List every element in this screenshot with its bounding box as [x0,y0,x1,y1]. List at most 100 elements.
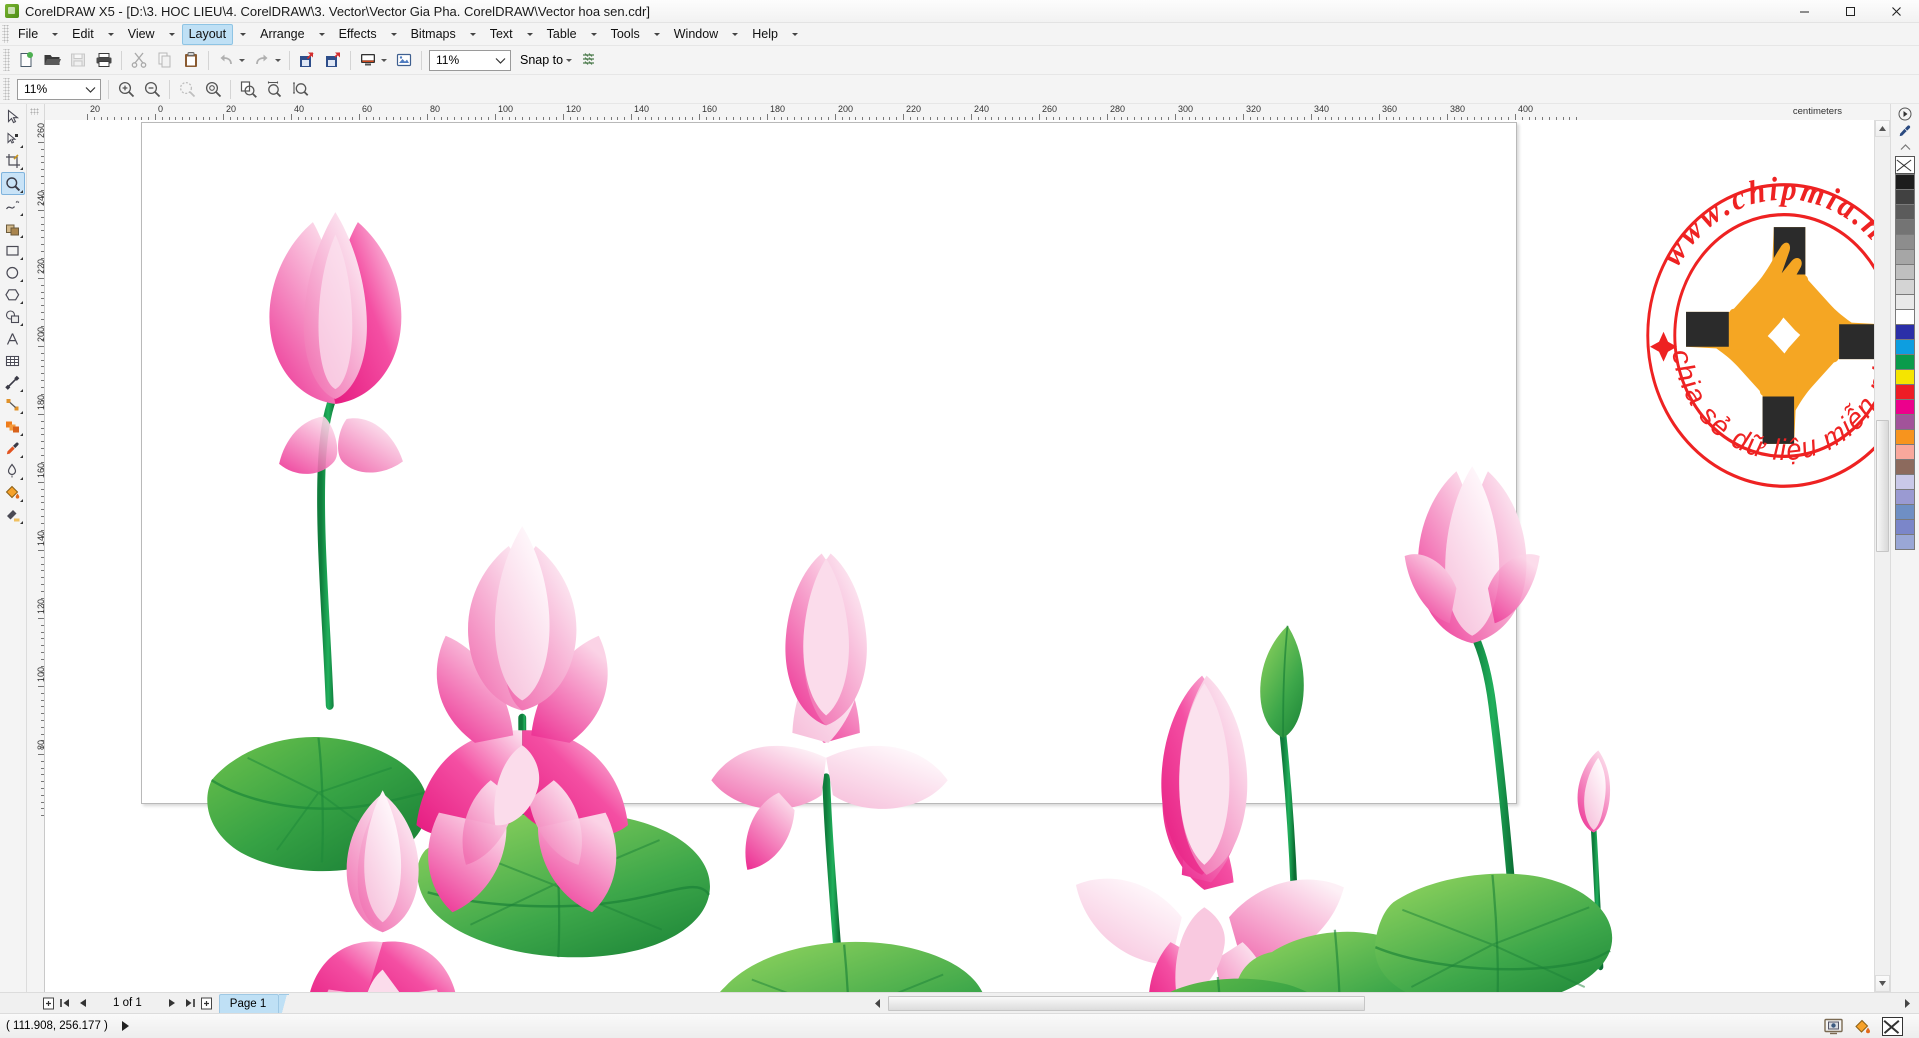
menu-caret-icon[interactable] [168,32,175,36]
vertical-ruler[interactable]: centimeters 260 240 220 200 180 160 140 120 100 8… [27,120,45,992]
menu-edit[interactable]: Edit [65,25,101,44]
menu-caret-icon[interactable] [469,32,476,36]
chevron-down-icon[interactable] [82,86,98,93]
polygon-tool[interactable] [2,284,24,305]
close-button[interactable] [1873,0,1919,22]
color-eyedropper-tool[interactable] [2,438,24,459]
toolbar-grip-handle[interactable] [3,78,10,100]
copy-button[interactable] [152,48,178,72]
palette-swatch[interactable] [1895,205,1915,220]
palette-swatch[interactable] [1895,190,1915,205]
palette-swatch[interactable] [1895,415,1915,430]
zoom-out-button[interactable] [139,77,165,101]
zoom-tool-level-combo[interactable]: 11% [17,78,101,100]
menu-table[interactable]: Table [540,25,584,44]
zoom-to-all-objects-button[interactable] [200,77,226,101]
palette-swatch[interactable] [1895,535,1915,550]
launcher-dropdown-caret-icon[interactable] [381,58,387,62]
scroll-left-button[interactable] [871,997,884,1010]
menu-window[interactable]: Window [667,25,725,44]
flyout-arrow-icon[interactable] [20,323,23,326]
palette-eyedropper-icon[interactable] [1896,122,1914,139]
flyout-arrow-icon[interactable] [20,190,23,193]
first-page-button[interactable] [57,995,74,1012]
fill-color-indicator[interactable] [1853,1018,1872,1035]
outline-color-indicator[interactable] [1882,1016,1903,1036]
pick-tool[interactable] [2,106,24,127]
vertical-scroll-thumb[interactable] [1876,420,1889,552]
open-document-button[interactable] [39,48,65,72]
basic-shapes-tool[interactable] [2,306,24,327]
menu-bitmaps[interactable]: Bitmaps [404,25,463,44]
last-page-button[interactable] [181,995,198,1012]
options-button[interactable] [576,48,602,72]
connector-tool[interactable] [2,394,24,415]
undo-button[interactable] [213,48,239,72]
palette-swatch[interactable] [1895,220,1915,235]
palette-swatch[interactable] [1895,280,1915,295]
scroll-right-button[interactable] [1900,997,1913,1010]
crop-tool[interactable] [2,150,24,171]
scroll-down-button[interactable] [1875,975,1890,992]
menu-file[interactable]: File [11,25,45,44]
palette-menu-button[interactable] [1896,105,1914,122]
menu-caret-icon[interactable] [107,32,114,36]
chevron-down-icon[interactable] [492,57,508,64]
add-page-after-button[interactable] [198,995,215,1012]
menu-arrange[interactable]: Arrange [253,25,311,44]
color-palette[interactable] [1890,104,1919,992]
palette-swatch[interactable] [1895,265,1915,280]
table-tool[interactable] [2,350,24,371]
menu-tools[interactable]: Tools [604,25,647,44]
palette-swatch[interactable] [1895,355,1915,370]
palette-swatch[interactable] [1895,430,1915,445]
menu-help[interactable]: Help [745,25,785,44]
palette-swatch[interactable] [1895,295,1915,310]
import-button[interactable] [294,48,320,72]
palette-no-color-swatch[interactable] [1895,156,1915,174]
shape-tool[interactable] [2,128,24,149]
rectangle-tool[interactable] [2,240,24,261]
palette-swatch[interactable] [1895,235,1915,250]
redo-button[interactable] [249,48,275,72]
flyout-arrow-icon[interactable] [20,235,23,238]
palette-swatch[interactable] [1895,490,1915,505]
menu-grip-handle[interactable] [2,25,9,43]
toolbar-grip-handle[interactable] [3,49,10,71]
smart-fill-tool[interactable] [2,218,24,239]
previous-page-button[interactable] [74,995,91,1012]
menu-caret-icon[interactable] [590,32,597,36]
flyout-arrow-icon[interactable] [20,499,23,502]
menu-caret-icon[interactable] [390,32,397,36]
menu-caret-icon[interactable] [52,32,59,36]
flyout-arrow-icon[interactable] [20,411,23,414]
palette-swatch[interactable] [1895,325,1915,340]
horizontal-ruler[interactable]: centimeters 20 0 20 40 60 80 100 120 140 160 180 20… [45,104,1862,121]
horizontal-scrollbar[interactable] [293,995,1915,1011]
palette-swatch[interactable] [1895,174,1915,190]
zoom-level-combo[interactable]: 11% [429,49,511,71]
menu-caret-icon[interactable] [732,32,739,36]
flyout-arrow-icon[interactable] [20,145,23,148]
blend-tool[interactable] [2,416,24,437]
flyout-arrow-icon[interactable] [20,167,23,170]
screen-capture-icon[interactable] [1824,1018,1843,1035]
lotus-artwork[interactable]: www.chipmia.net chia sẻ dữ liệu miễn phí [45,120,1874,992]
freehand-tool[interactable] [2,196,24,217]
menu-caret-icon[interactable] [653,32,660,36]
zoom-to-selected-button[interactable] [174,77,200,101]
menu-view[interactable]: View [121,25,162,44]
menu-caret-icon[interactable] [791,32,798,36]
vertical-scrollbar[interactable] [1874,120,1890,992]
snap-to-caret-icon[interactable] [566,58,573,62]
palette-swatch-list[interactable] [1895,174,1915,550]
palette-swatch[interactable] [1895,250,1915,265]
menu-caret-icon[interactable] [318,32,325,36]
horizontal-scroll-thumb[interactable] [888,995,1366,1011]
menu-caret-icon[interactable] [526,32,533,36]
palette-swatch[interactable] [1895,385,1915,400]
zoom-to-page-width-button[interactable] [261,77,287,101]
palette-swatch[interactable] [1895,310,1915,325]
flyout-arrow-icon[interactable] [20,477,23,480]
outline-tool[interactable] [2,460,24,481]
